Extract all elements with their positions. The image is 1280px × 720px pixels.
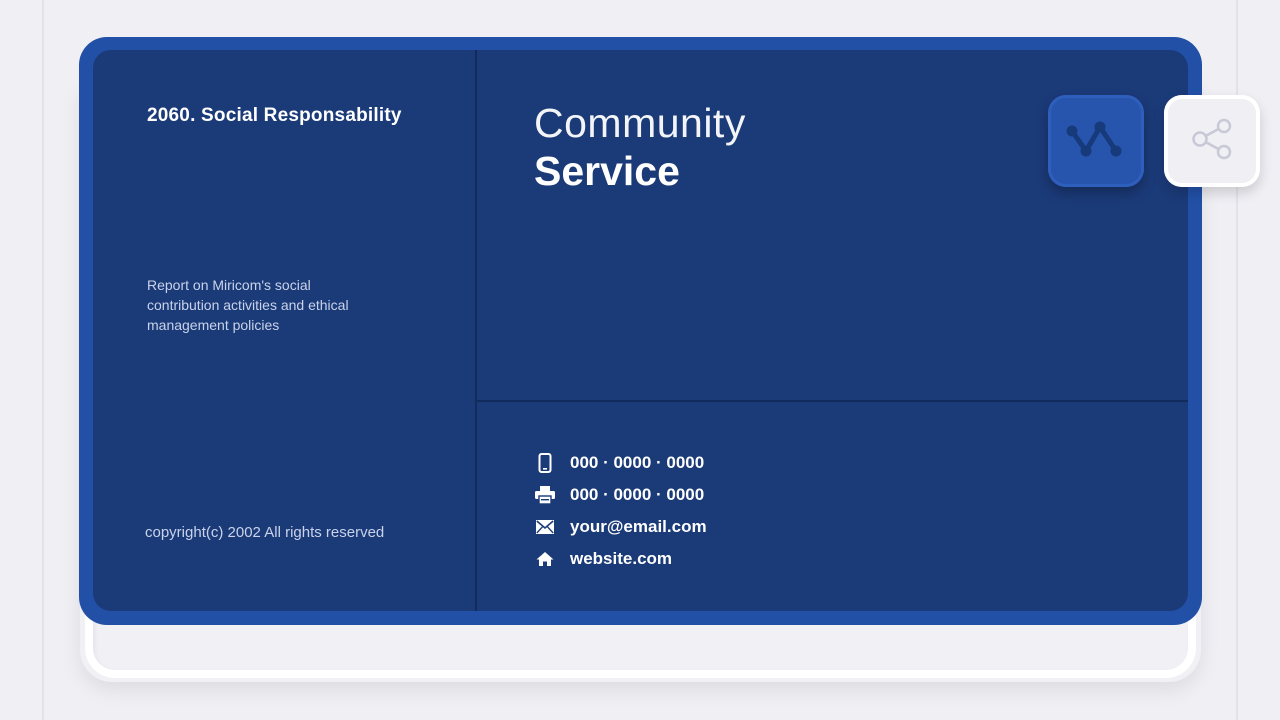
share-icon — [1188, 115, 1236, 168]
envelope-icon — [535, 517, 555, 537]
contact-item-phone: 000 · 0000 · 0000 — [535, 447, 707, 479]
document-title: 2060. Social Responsability — [147, 105, 402, 126]
contact-website-text: website.com — [570, 549, 673, 568]
contact-item-fax: 000 · 0000 · 0000 — [535, 479, 707, 511]
contact-item-website: website.com — [535, 543, 707, 575]
home-icon — [535, 549, 555, 569]
mobile-phone-icon — [535, 453, 555, 473]
left-guide-line — [42, 0, 44, 720]
chart-button[interactable] — [1048, 95, 1144, 187]
hero-title-light: Community — [534, 100, 746, 146]
hero-title-bold: Service — [534, 148, 680, 194]
document-description: Report on Miricom's social contribution … — [147, 277, 349, 333]
horizontal-divider — [477, 400, 1188, 402]
copyright-text: copyright(c) 2002 All rights reserved — [145, 524, 385, 541]
contact-phone-text: 000 · 0000 · 0000 — [570, 453, 705, 472]
fax-icon — [535, 485, 555, 505]
share-button[interactable] — [1164, 95, 1260, 187]
vertical-divider — [475, 50, 477, 611]
contact-list: 000 · 0000 · 0000 000 · 0000 · 0000 your… — [535, 447, 707, 575]
slide-card: 2060. Social Responsability Report on Mi… — [93, 50, 1188, 611]
line-chart-icon — [1066, 117, 1126, 166]
contact-fax-text: 000 · 0000 · 0000 — [570, 485, 705, 504]
contact-item-email: your@email.com — [535, 511, 707, 543]
contact-email-text: your@email.com — [570, 517, 707, 536]
